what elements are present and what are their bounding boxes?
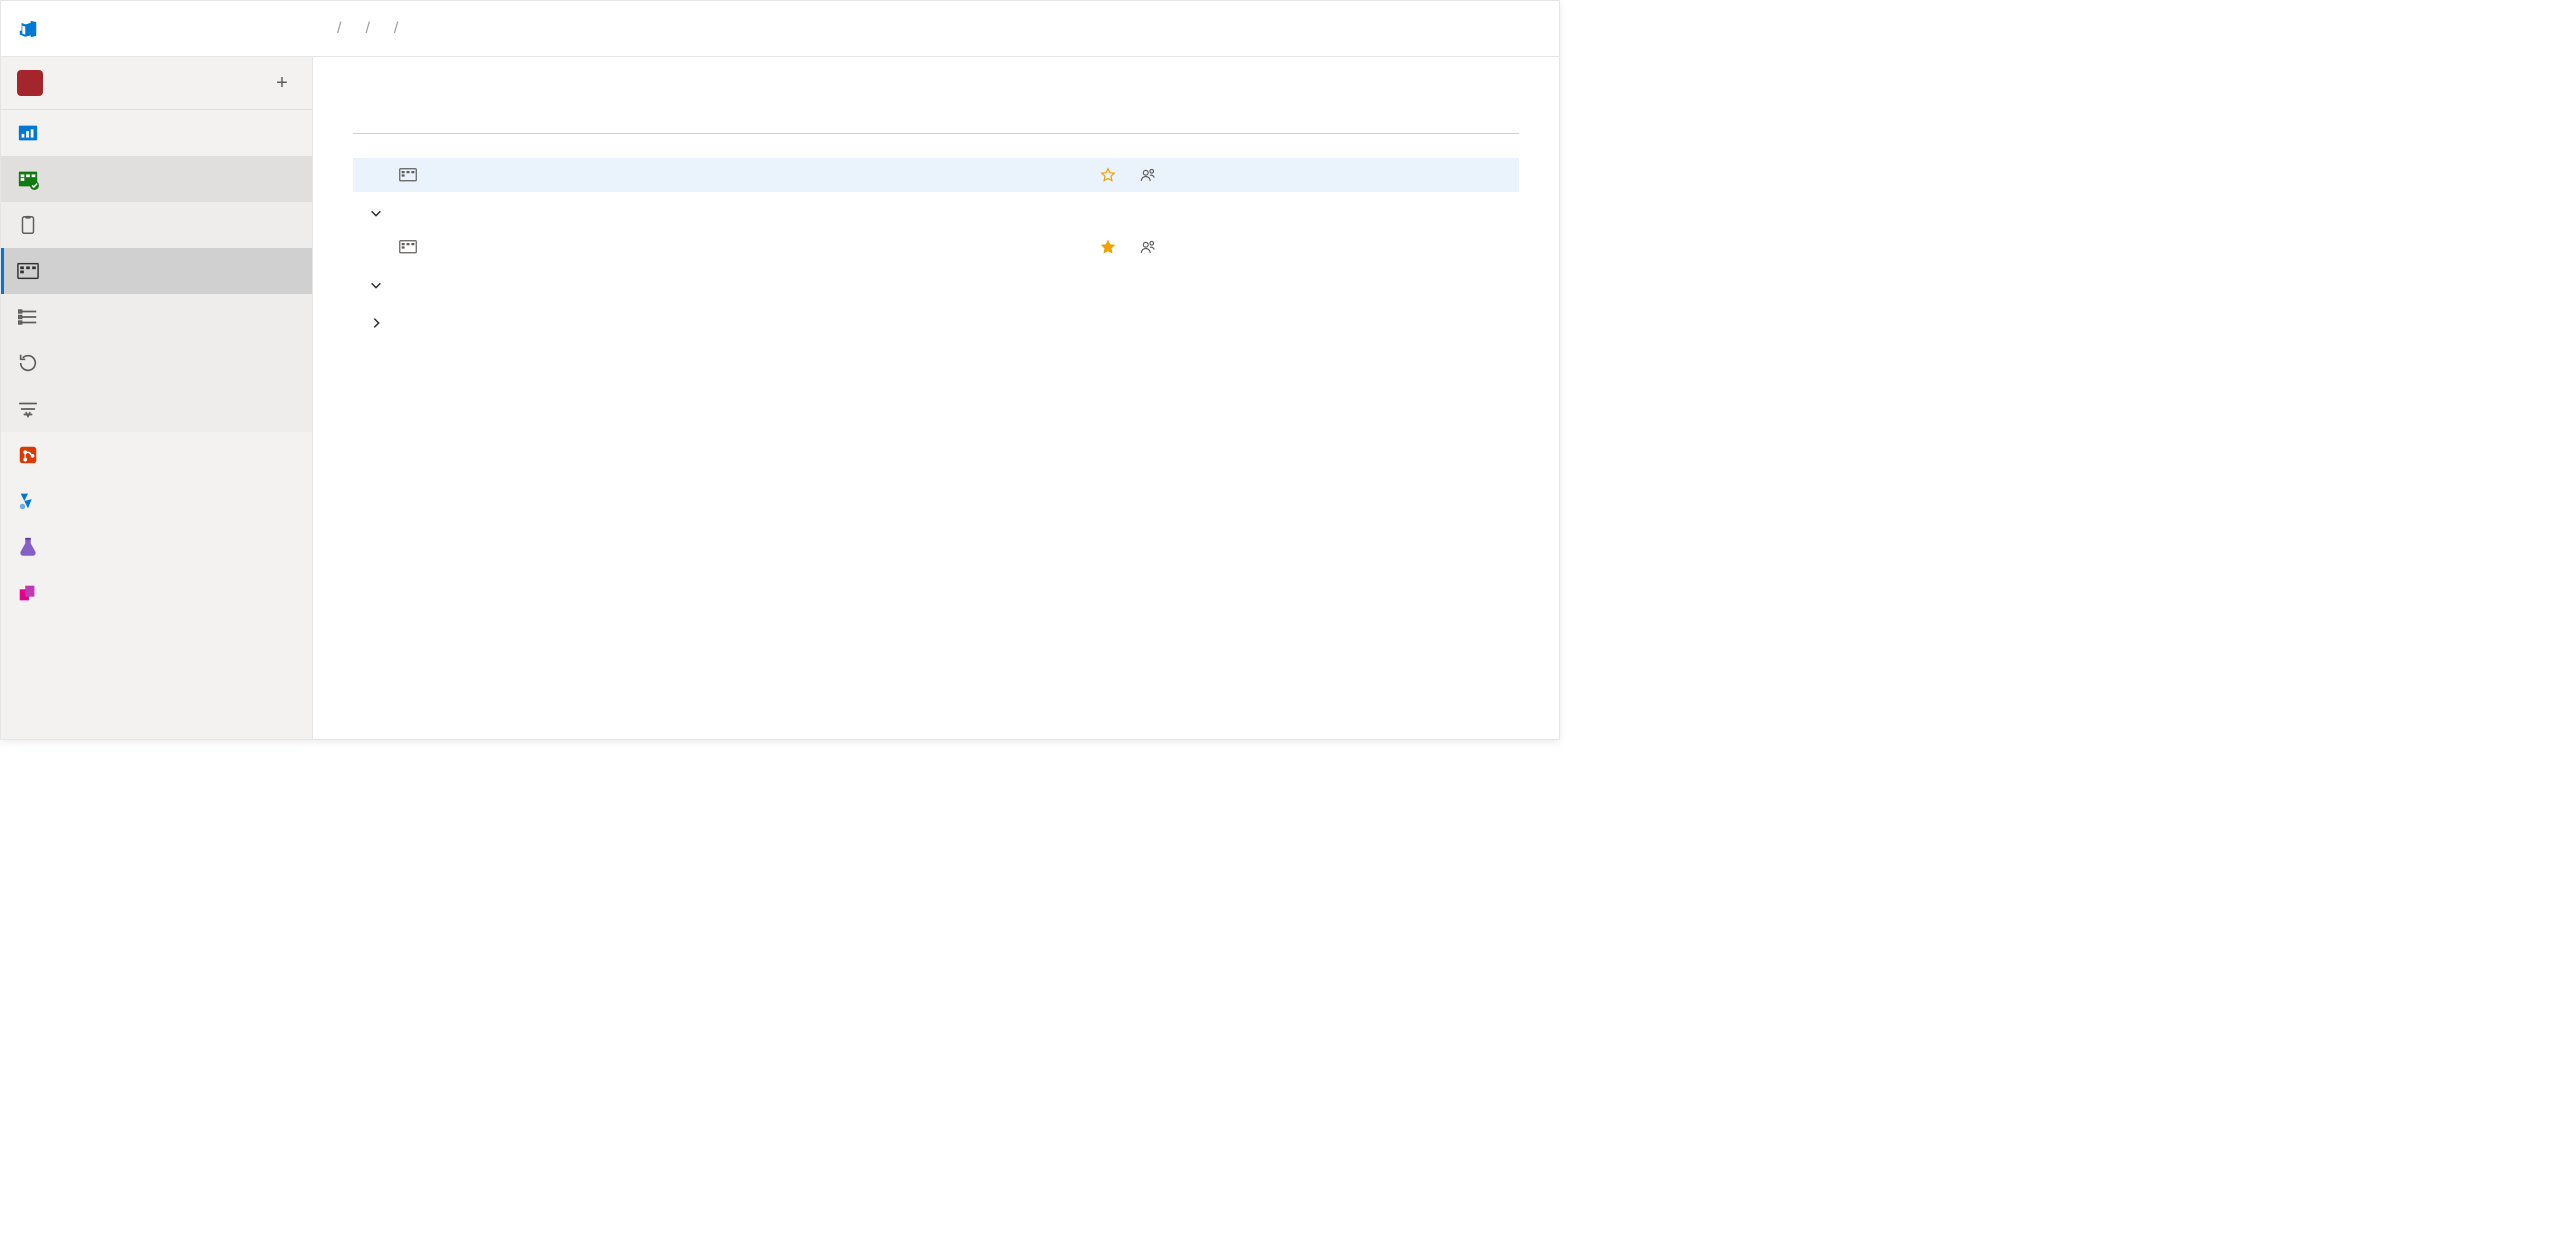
sidebar-item-artifacts[interactable] (1, 570, 312, 616)
boards-sub-nav (1, 202, 312, 432)
chevron-down-icon (369, 278, 383, 292)
section-team-boards[interactable] (353, 264, 1519, 302)
project-badge (17, 70, 43, 96)
breadcrumb: / / / (325, 20, 410, 38)
repos-icon (17, 444, 39, 466)
workitems-icon (17, 214, 39, 236)
queries-icon (17, 398, 39, 420)
azure-devops-logo-icon[interactable] (17, 18, 39, 40)
chevron-down-icon (369, 206, 383, 220)
board-row[interactable] (353, 230, 1519, 264)
boards-icon (17, 168, 39, 190)
chevron-right-icon (369, 316, 383, 330)
sidebar-sub-boards[interactable] (1, 248, 312, 294)
artifacts-icon (17, 582, 39, 604)
breadcrumb-sep: / (365, 20, 369, 38)
backlogs-icon (17, 306, 39, 328)
add-button[interactable]: + (268, 69, 296, 97)
sidebar-item-repos[interactable] (1, 432, 312, 478)
section-continue (353, 134, 1519, 158)
section-favorites[interactable] (353, 192, 1519, 230)
sidebar-sub-queries[interactable] (1, 386, 312, 432)
sidebar-sub-sprints[interactable] (1, 340, 312, 386)
board-icon (399, 168, 417, 182)
main-content (313, 57, 1559, 739)
breadcrumb-sep: / (394, 20, 398, 38)
columns-header (353, 117, 1519, 134)
sidebar-sub-backlogs[interactable] (1, 294, 312, 340)
breadcrumb-sep: / (337, 20, 341, 38)
star-icon[interactable] (1099, 238, 1117, 256)
sidebar-item-pipelines[interactable] (1, 478, 312, 524)
team-icon (1139, 238, 1157, 256)
board-row[interactable] (353, 158, 1519, 192)
sidebar-item-boards[interactable] (1, 156, 312, 202)
pipelines-icon (17, 490, 39, 512)
board-icon (17, 260, 39, 282)
star-icon[interactable] (1099, 166, 1117, 184)
overview-icon (17, 122, 39, 144)
sidebar: + (1, 57, 313, 739)
sidebar-sub-workitems[interactable] (1, 202, 312, 248)
section-all-boards[interactable] (353, 302, 1519, 340)
sprints-icon (17, 352, 39, 374)
sidebar-item-testplans[interactable] (1, 524, 312, 570)
sidebar-item-overview[interactable] (1, 110, 312, 156)
testplans-icon (17, 536, 39, 558)
project-header[interactable]: + (1, 57, 312, 110)
team-icon (1139, 166, 1157, 184)
board-icon (399, 240, 417, 254)
top-header: / / / (1, 1, 1559, 57)
